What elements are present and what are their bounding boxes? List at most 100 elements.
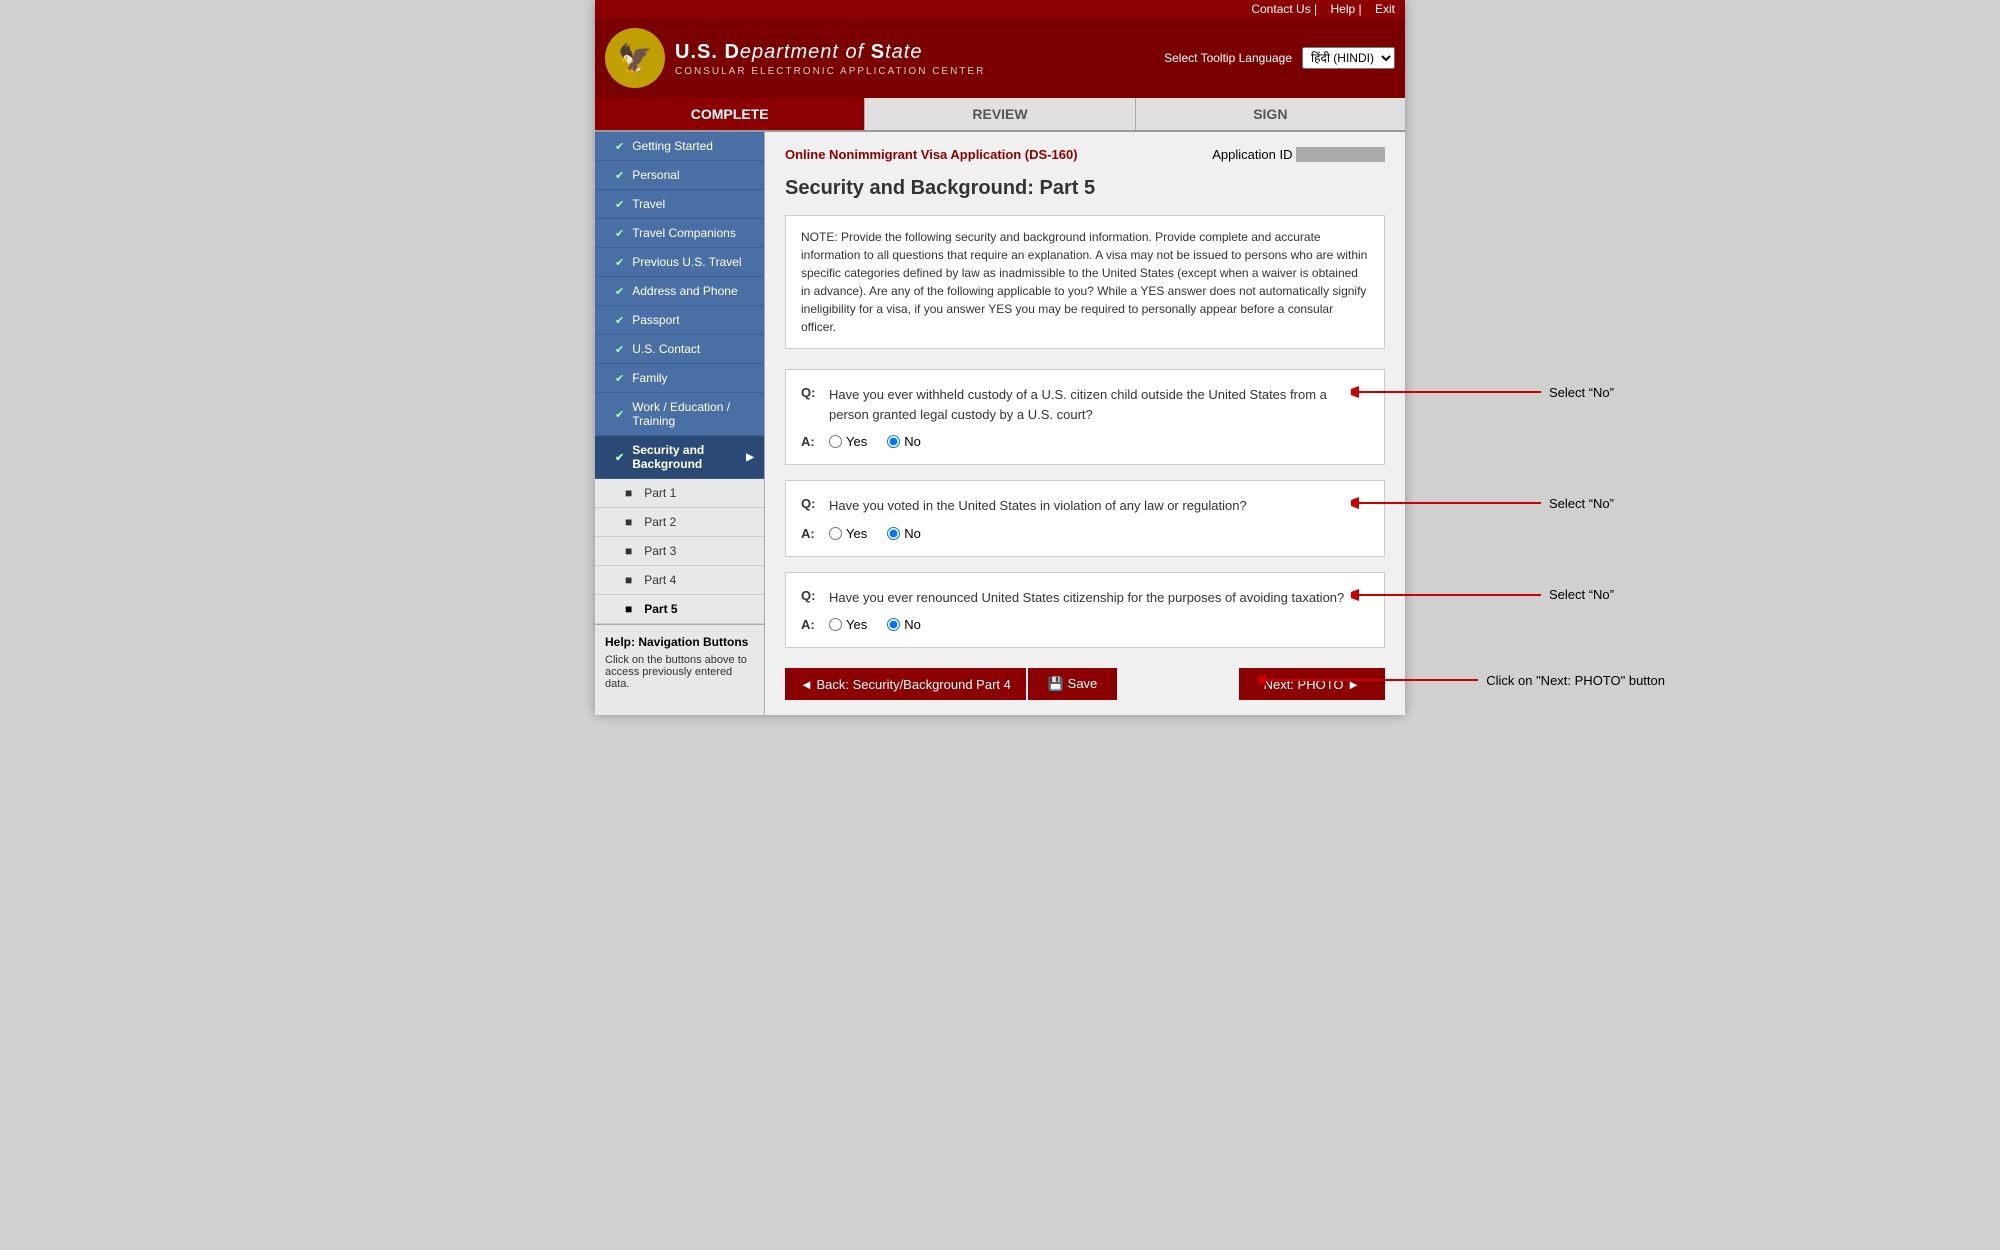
sidebar-item-previous-us-travel[interactable]: ✔ Previous U.S. Travel: [595, 248, 764, 277]
annotation-q2-text: Select “No”: [1549, 496, 1614, 511]
annotation-next-text: Click on "Next: PHOTO" button: [1486, 673, 1665, 688]
app-id-label: Application ID: [1212, 147, 1292, 162]
check-icon: ✔: [615, 227, 624, 240]
q3-yes-option[interactable]: Yes: [829, 617, 867, 632]
bullet-icon: ■: [625, 602, 632, 616]
app-id-value: [1296, 147, 1385, 162]
q3-no-radio[interactable]: [887, 618, 900, 631]
q2-no-option[interactable]: No: [887, 526, 921, 541]
radio-group-3: Yes No: [829, 617, 921, 632]
q2-no-radio[interactable]: [887, 527, 900, 540]
q3-no-option[interactable]: No: [887, 617, 921, 632]
agency-seal: 🦅: [605, 28, 665, 88]
radio-group-2: Yes No: [829, 526, 921, 541]
app-id-area: Application ID: [1212, 147, 1385, 162]
check-icon: ✔: [615, 140, 624, 153]
arrow-svg-q3: [1351, 583, 1541, 607]
tab-review[interactable]: REVIEW: [864, 98, 1134, 130]
question-row-2: Q: Have you voted in the United States i…: [801, 496, 1369, 516]
language-dropdown[interactable]: हिंदी (HINDI): [1302, 47, 1395, 69]
sidebar-item-passport[interactable]: ✔ Passport: [595, 306, 764, 335]
check-icon: ✔: [615, 169, 624, 182]
question-block-3: Q: Have you ever renounced United States…: [785, 572, 1385, 649]
q1-no-label: No: [904, 434, 921, 449]
tab-sign[interactable]: SIGN: [1135, 98, 1405, 130]
annotation-q1-text: Select “No”: [1549, 385, 1614, 400]
exit-link[interactable]: Exit: [1375, 2, 1395, 16]
q2-yes-label: Yes: [846, 526, 867, 541]
bullet-icon: ■: [625, 486, 632, 500]
page-title: Security and Background: Part 5: [785, 177, 1385, 200]
q1-no-option[interactable]: No: [887, 434, 921, 449]
q2-yes-option[interactable]: Yes: [829, 526, 867, 541]
sidebar-item-getting-started[interactable]: ✔ Getting Started: [595, 132, 764, 161]
annotation-q3: Select “No”: [1351, 583, 1614, 607]
contact-us-link[interactable]: Contact Us: [1251, 2, 1310, 16]
q1-no-radio[interactable]: [887, 435, 900, 448]
sidebar-subitem-part1[interactable]: ■ Part 1: [595, 479, 764, 508]
note-text: NOTE: Provide the following security and…: [801, 230, 1367, 334]
bullet-icon: ■: [625, 515, 632, 529]
sidebar-item-travel[interactable]: ✔ Travel: [595, 190, 764, 219]
save-button[interactable]: 💾 Save: [1028, 668, 1117, 700]
q1-yes-option[interactable]: Yes: [829, 434, 867, 449]
sidebar-item-us-contact[interactable]: ✔ U.S. Contact: [595, 335, 764, 364]
answer-row-2: A: Yes No: [801, 526, 1369, 541]
question-row-1: Q: Have you ever withheld custody of a U…: [801, 385, 1369, 424]
check-icon: ✔: [615, 408, 624, 421]
tab-bar: COMPLETE REVIEW SIGN: [595, 98, 1405, 132]
sidebar: ✔ Getting Started ✔ Personal ✔ Travel ✔ …: [595, 132, 765, 715]
arrow-svg-q2: [1351, 491, 1541, 515]
check-icon: ✔: [615, 372, 624, 385]
answer-row-1: A: Yes No: [801, 434, 1369, 449]
check-icon: ✔: [615, 343, 624, 356]
sidebar-subitem-part3[interactable]: ■ Part 3: [595, 537, 764, 566]
q1-yes-radio[interactable]: [829, 435, 842, 448]
sidebar-item-travel-companions[interactable]: ✔ Travel Companions: [595, 219, 764, 248]
sidebar-item-work-education[interactable]: ✔ Work / Education / Training: [595, 393, 764, 436]
q3-text: Have you ever renounced United States ci…: [829, 588, 1369, 608]
q2-no-label: No: [904, 526, 921, 541]
sidebar-subitem-part2[interactable]: ■ Part 2: [595, 508, 764, 537]
body-layout: ✔ Getting Started ✔ Personal ✔ Travel ✔ …: [595, 132, 1405, 715]
check-icon: ✔: [615, 451, 624, 464]
check-icon: ✔: [615, 198, 624, 211]
question-block-1: Q: Have you ever withheld custody of a U…: [785, 369, 1385, 465]
bullet-icon: ■: [625, 573, 632, 587]
sidebar-item-family[interactable]: ✔ Family: [595, 364, 764, 393]
sidebar-item-personal[interactable]: ✔ Personal: [595, 161, 764, 190]
annotation-q1: Select “No”: [1351, 380, 1614, 404]
q1-text: Have you ever withheld custody of a U.S.…: [829, 385, 1369, 424]
tab-complete[interactable]: COMPLETE: [595, 98, 864, 130]
agency-subtitle: CONSULAR ELECTRONIC APPLICATION CENTER: [675, 65, 985, 78]
arrow-svg-next: [1258, 668, 1478, 692]
annotation-q2: Select “No”: [1351, 491, 1614, 515]
sidebar-subitem-part4[interactable]: ■ Part 4: [595, 566, 764, 595]
help-link[interactable]: Help: [1331, 2, 1356, 16]
agency-branding: 🦅 U.S. Department of State CONSULAR ELEC…: [605, 28, 985, 88]
tooltip-language-label: Select Tooltip Language: [1164, 51, 1292, 65]
annotation-q3-text: Select “No”: [1549, 587, 1614, 602]
q3-yes-radio[interactable]: [829, 618, 842, 631]
q1-label: Q:: [801, 385, 821, 424]
bullet-icon: ■: [625, 544, 632, 558]
agency-name: U.S. Department of State CONSULAR ELECTR…: [675, 39, 985, 78]
q2-yes-radio[interactable]: [829, 527, 842, 540]
form-title: Online Nonimmigrant Visa Application (DS…: [785, 147, 1078, 162]
bottom-nav-area: ◄ Back: Security/Background Part 4 💾 Sav…: [785, 668, 1385, 700]
page-header: Online Nonimmigrant Visa Application (DS…: [785, 147, 1385, 162]
check-icon: ✔: [615, 314, 624, 327]
back-button[interactable]: ◄ Back: Security/Background Part 4: [785, 668, 1026, 700]
q2-text: Have you voted in the United States in v…: [829, 496, 1369, 516]
question-block-2: Q: Have you voted in the United States i…: [785, 480, 1385, 557]
a3-label: A:: [801, 617, 821, 632]
help-text: Click on the buttons above to access pre…: [605, 654, 754, 690]
sidebar-subitem-part5[interactable]: ■ Part 5: [595, 595, 764, 624]
help-box: Help: Navigation Buttons Click on the bu…: [595, 624, 764, 700]
a1-label: A:: [801, 434, 821, 449]
annotation-next-btn: Click on "Next: PHOTO" button: [1258, 668, 1665, 692]
q3-label: Q:: [801, 588, 821, 608]
sidebar-item-address-phone[interactable]: ✔ Address and Phone: [595, 277, 764, 306]
sidebar-item-security-background[interactable]: ✔ Security and Background ▶: [595, 436, 764, 479]
q3-no-label: No: [904, 617, 921, 632]
